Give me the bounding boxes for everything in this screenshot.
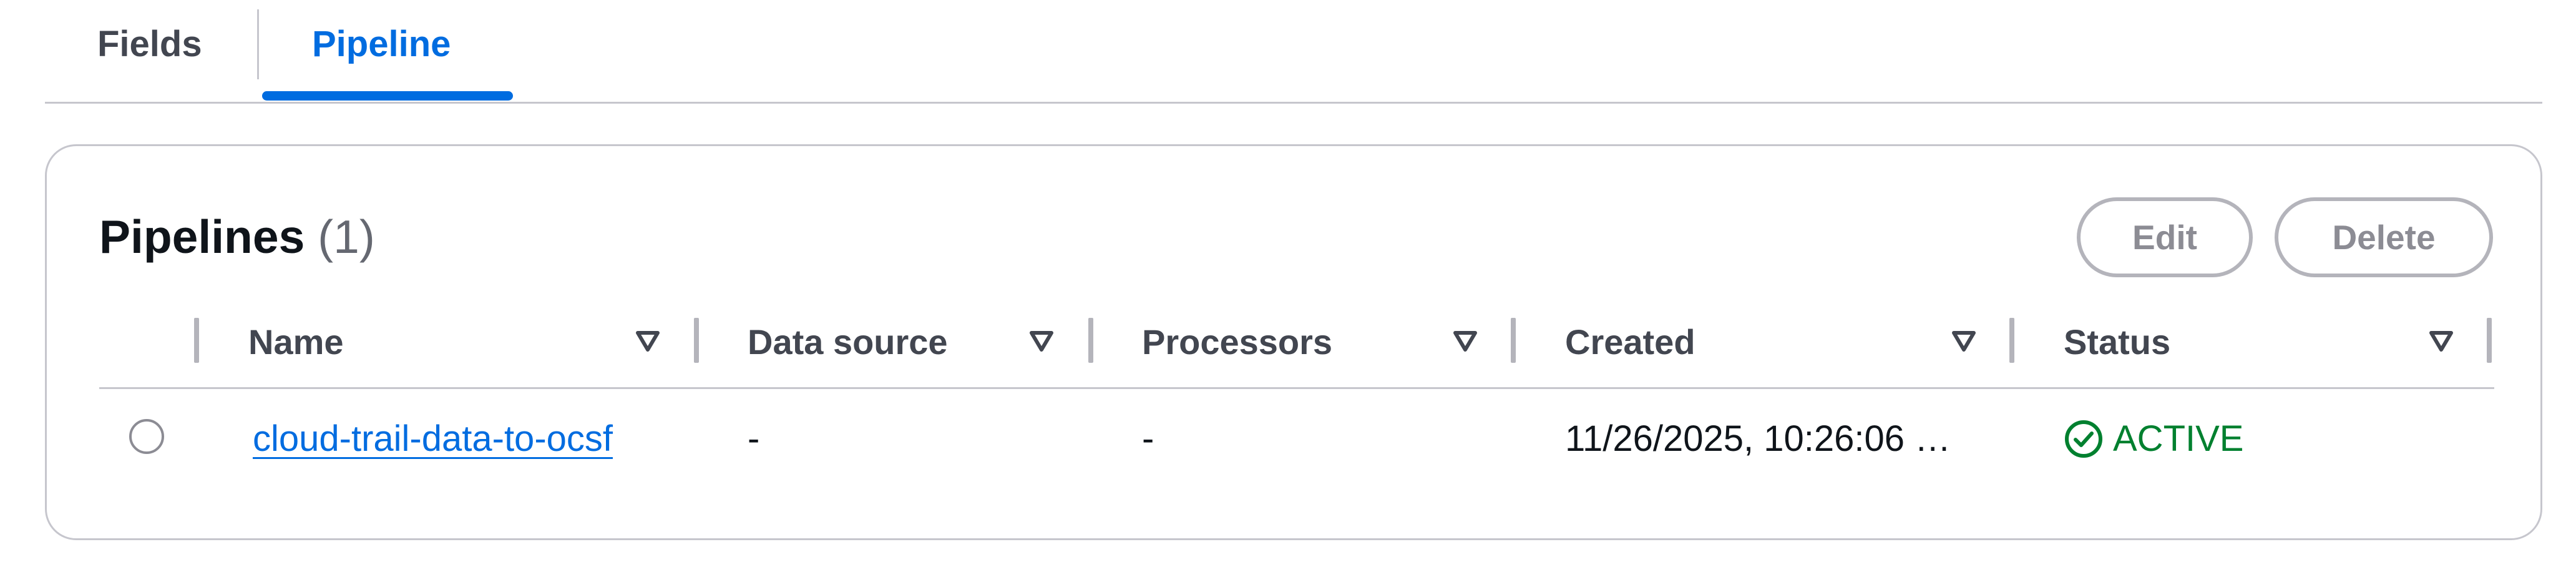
status-badge: ACTIVE xyxy=(2063,417,2244,461)
check-circle-icon xyxy=(2065,420,2102,458)
pipeline-name-link[interactable]: cloud-trail-data-to-ocsf xyxy=(253,417,613,461)
sort-descending-icon[interactable] xyxy=(1451,327,1479,355)
column-header-processors[interactable]: Processors xyxy=(1142,321,1332,363)
pipelines-header: Pipelines (1) xyxy=(99,209,375,265)
column-resizer[interactable] xyxy=(2009,318,2014,363)
table-header-divider xyxy=(99,387,2494,389)
column-resizer[interactable] xyxy=(194,318,199,363)
sort-descending-icon[interactable] xyxy=(2427,327,2455,355)
column-resizer[interactable] xyxy=(1088,318,1093,363)
pipelines-count: (1) xyxy=(318,210,375,263)
created-cell: 11/26/2025, 10:26:06 … xyxy=(1565,418,1951,459)
sort-descending-icon[interactable] xyxy=(1028,327,1055,355)
tab-divider xyxy=(257,9,259,79)
data-source-cell: - xyxy=(748,418,760,459)
pipelines-title: Pipelines xyxy=(99,210,305,263)
column-resizer[interactable] xyxy=(1511,318,1516,363)
tab-fields[interactable]: Fields xyxy=(97,22,202,66)
column-header-data-source[interactable]: Data source xyxy=(748,321,948,363)
row-select-radio[interactable] xyxy=(129,419,164,454)
tab-pipeline[interactable]: Pipeline xyxy=(312,22,451,66)
column-header-name[interactable]: Name xyxy=(248,321,344,363)
status-text: ACTIVE xyxy=(2113,418,2244,459)
pipelines-container: Pipelines (1) Edit Delete Name Data sour… xyxy=(45,144,2542,540)
page: Fields Pipeline Pipelines (1) Edit Delet… xyxy=(0,0,2576,582)
sort-descending-icon[interactable] xyxy=(634,327,661,355)
column-resizer[interactable] xyxy=(694,318,699,363)
processors-cell: - xyxy=(1142,418,1154,459)
edit-button[interactable]: Edit xyxy=(2077,197,2253,277)
active-tab-indicator xyxy=(262,91,513,101)
column-header-status[interactable]: Status xyxy=(2064,321,2170,363)
delete-button[interactable]: Delete xyxy=(2275,197,2493,277)
sort-descending-icon[interactable] xyxy=(1950,327,1978,355)
column-header-created[interactable]: Created xyxy=(1565,321,1695,363)
column-resizer[interactable] xyxy=(2487,318,2492,363)
tab-bar: Fields Pipeline xyxy=(45,0,2542,104)
